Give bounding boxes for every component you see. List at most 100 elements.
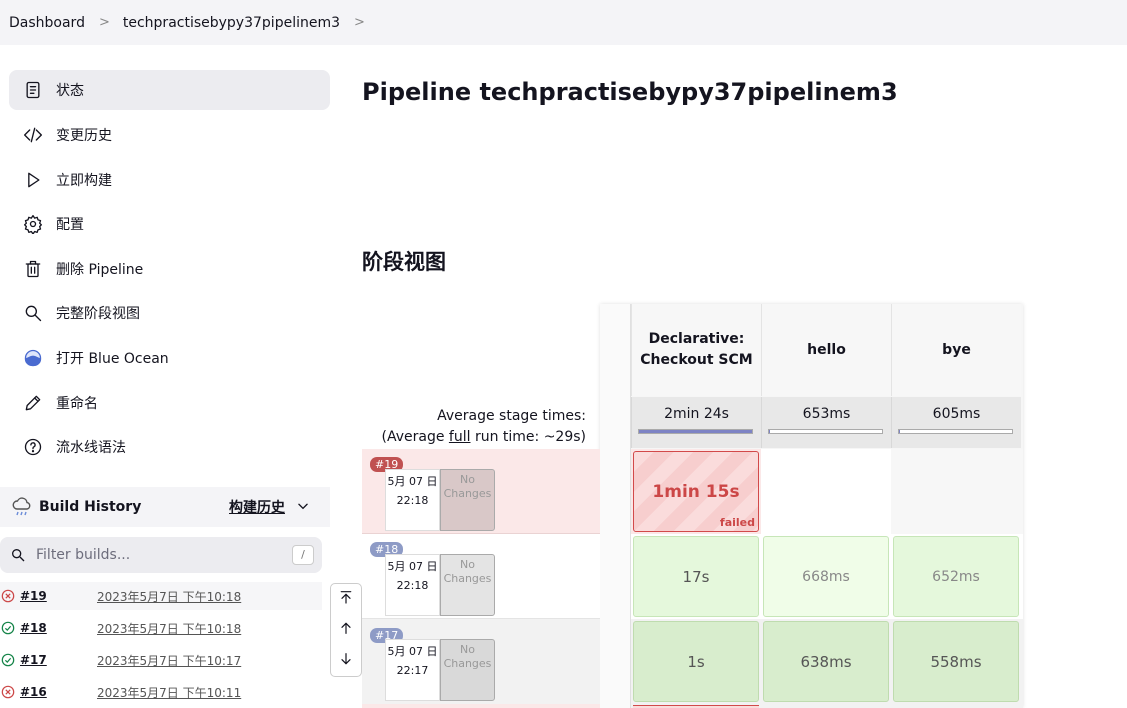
no-changes: No Changes — [440, 554, 495, 616]
stage-cell-success[interactable]: 638ms — [763, 621, 889, 702]
sidebar-item-rename[interactable]: 重命名 — [9, 383, 330, 423]
success-status-icon — [1, 653, 15, 667]
sidebar-item-label: 删除 Pipeline — [56, 262, 144, 278]
chevron-right-icon: > — [98, 15, 110, 30]
build-date-link[interactable]: 2023年5月7日 下午10:18 — [97, 588, 241, 605]
build-date-link[interactable]: 2023年5月7日 下午10:17 — [97, 652, 241, 669]
build-row[interactable]: #18 2023年5月7日 下午10:18 — [0, 614, 322, 642]
run-row-peek — [362, 704, 600, 708]
stage-cell-success[interactable]: 652ms — [893, 536, 1019, 617]
empty-cell — [761, 449, 891, 534]
run-date: 5月 07 日 22:18 — [385, 469, 440, 531]
stage-average: 2min 24s — [631, 397, 761, 448]
average-stage-times-text: Average stage times: — [437, 408, 586, 424]
stage-cell-success[interactable]: 17s — [633, 536, 759, 617]
chevron-down-icon[interactable] — [296, 499, 310, 517]
failed-status-icon — [1, 685, 15, 699]
gear-icon — [22, 213, 44, 235]
build-number-link[interactable]: #18 — [20, 621, 97, 635]
sidebar-item-blue-ocean[interactable]: 打开 Blue Ocean — [9, 338, 330, 378]
stage-average-fill — [639, 430, 752, 433]
run-date-time: 22:17 — [396, 664, 429, 677]
stage-header: Declarative: Checkout SCM — [631, 304, 761, 396]
stage-cell-failed[interactable]: 1min 15s failed — [633, 451, 759, 532]
filter-input[interactable]: Filter builds... — [36, 547, 130, 563]
run-date: 5月 07 日 22:17 — [385, 639, 440, 701]
breadcrumb-job[interactable]: techpractisebypy37pipelinem3 — [123, 15, 340, 31]
breadcrumb: Dashboard > techpractisebypy37pipelinem3… — [0, 0, 1127, 45]
scroll-top-icon[interactable] — [338, 589, 354, 609]
page-title: Pipeline techpractisebypy37pipelinem3 — [362, 78, 898, 106]
stage-average-bar — [898, 429, 1013, 434]
blue-ocean-icon — [22, 347, 44, 369]
sidebar-item-configure[interactable]: 配置 — [9, 204, 330, 244]
stage-cell-success[interactable]: 668ms — [763, 536, 889, 617]
build-number-link[interactable]: #17 — [20, 653, 97, 667]
build-history-title: Build History — [39, 499, 142, 515]
sidebar-item-label: 变更历史 — [56, 128, 112, 144]
full-run-link[interactable]: full — [449, 429, 471, 445]
help-icon — [22, 436, 44, 458]
sidebar-item-label: 立即构建 — [56, 173, 112, 189]
stage-average-time: 605ms — [932, 406, 981, 422]
failed-label: failed — [719, 516, 755, 529]
stage-cell-success[interactable]: 1s — [633, 621, 759, 702]
build-number-link[interactable]: #19 — [20, 589, 97, 603]
build-trend-link[interactable]: 构建历史 — [229, 497, 285, 517]
build-row[interactable]: #17 2023年5月7日 下午10:17 — [0, 646, 322, 674]
empty-cell — [891, 449, 1023, 534]
run-date-day: 5月 07 日 — [387, 475, 438, 488]
sidebar-item-delete[interactable]: 删除 Pipeline — [9, 249, 330, 289]
chevron-right-icon[interactable]: > — [354, 15, 365, 30]
stage-average-bar — [768, 429, 883, 434]
build-number-link[interactable]: #16 — [20, 685, 97, 699]
stage-cell-success[interactable]: 558ms — [893, 621, 1019, 702]
play-icon — [22, 169, 44, 191]
stage-cell-time: 1min 15s — [652, 481, 740, 502]
arrow-down-icon[interactable] — [338, 651, 354, 671]
stage-average-time: 653ms — [802, 406, 851, 422]
breadcrumb-dashboard[interactable]: Dashboard — [9, 15, 85, 31]
search-icon — [10, 547, 26, 563]
run-date-day: 5月 07 日 — [387, 560, 438, 573]
no-changes: No Changes — [440, 469, 495, 531]
build-date-link[interactable]: 2023年5月7日 下午10:11 — [97, 684, 241, 701]
stage-average-time: 2min 24s — [664, 406, 729, 422]
filter-shortcut-key: / — [292, 545, 314, 565]
sidebar-item-pipeline-syntax[interactable]: 流水线语法 — [9, 427, 330, 467]
run-date-time: 22:18 — [396, 494, 429, 507]
build-date-link[interactable]: 2023年5月7日 下午10:18 — [97, 620, 241, 637]
sidebar-item-full-stage-view[interactable]: 完整阶段视图 — [9, 293, 330, 333]
pencil-icon — [22, 392, 44, 414]
average-times-label: Average stage times: (Average full run t… — [362, 406, 587, 448]
stage-average: 605ms — [891, 397, 1021, 448]
build-row[interactable]: #16 2023年5月7日 下午10:11 — [0, 678, 322, 706]
sidebar-item-status[interactable]: 状态 — [9, 70, 330, 110]
stage-table-gutter — [600, 304, 631, 708]
trash-icon — [22, 258, 44, 280]
stage-average-bar — [638, 429, 753, 434]
sidebar-item-changes[interactable]: 变更历史 — [9, 115, 330, 155]
no-changes: No Changes — [440, 639, 495, 701]
sidebar-item-build-now[interactable]: 立即构建 — [9, 160, 330, 200]
code-icon — [22, 124, 44, 146]
stage-average-fill — [899, 430, 901, 433]
average-run-prefix: (Average — [381, 429, 449, 445]
stage-average-fill — [769, 430, 771, 433]
stage-header: hello — [761, 304, 891, 396]
sidebar-item-label: 打开 Blue Ocean — [56, 351, 169, 367]
filter-builds[interactable]: Filter builds... / — [0, 537, 322, 573]
stage-average: 653ms — [761, 397, 891, 448]
build-row[interactable]: #19 2023年5月7日 下午10:18 — [0, 582, 322, 610]
run-date-time: 22:18 — [396, 579, 429, 592]
cloud-rain-icon — [10, 495, 34, 519]
arrow-up-icon[interactable] — [338, 620, 354, 640]
scroll-controls — [330, 583, 362, 677]
success-status-icon — [1, 621, 15, 635]
document-icon — [22, 79, 44, 101]
sidebar-item-label: 配置 — [56, 217, 84, 233]
search-icon — [22, 302, 44, 324]
run-date: 5月 07 日 22:18 — [385, 554, 440, 616]
sidebar-item-label: 完整阶段视图 — [56, 306, 140, 322]
average-run-suffix: run time: ~29s) — [470, 429, 586, 445]
